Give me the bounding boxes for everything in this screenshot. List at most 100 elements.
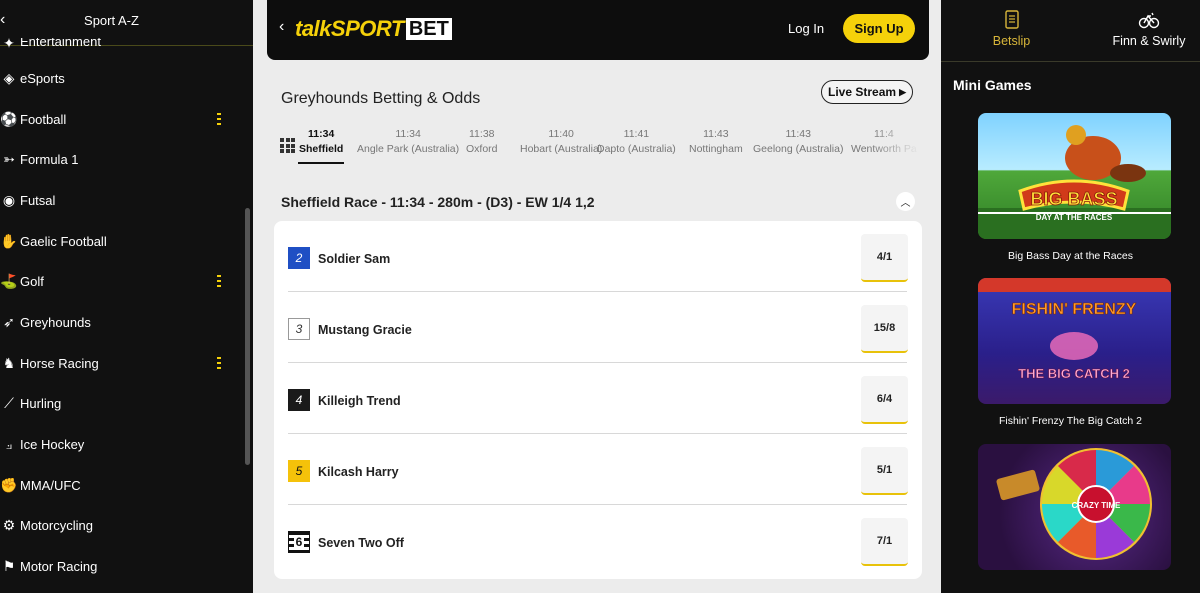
tabs-fade <box>870 127 920 167</box>
grid-menu-icon[interactable] <box>280 138 295 153</box>
odds-button[interactable]: 4/1 <box>861 234 908 282</box>
sidebar-item-ice-hockey[interactable]: ⟓ Ice Hockey <box>0 424 240 465</box>
trap-number-badge: 6 <box>288 531 310 553</box>
game-label-fishin-frenzy[interactable]: Fishin' Frenzy The Big Catch 2 <box>941 415 1200 427</box>
tab-betslip-label: Betslip <box>992 34 1031 48</box>
entertainment-icon: ✦ <box>3 38 15 51</box>
race-tab[interactable]: 11:41 Dapto (Australia) <box>597 127 676 157</box>
race-tab-time: 11:43 <box>785 128 811 140</box>
page-title: Greyhounds Betting & Odds <box>281 90 481 107</box>
greyhound-icon: ➶ <box>3 313 15 330</box>
race-tab[interactable]: 11:38 Oxford <box>466 127 498 157</box>
betslip-icon <box>1004 10 1019 29</box>
sidebar-item-esports[interactable]: ◈ eSports <box>0 58 240 99</box>
tab-betslip[interactable]: Betslip <box>941 10 1082 48</box>
runner-name: Mustang Gracie <box>318 323 412 337</box>
more-dots-icon[interactable] <box>217 356 221 369</box>
race-tab-venue: Oxford <box>466 143 498 155</box>
right-panel-tabs: Betslip Finn & Swirly <box>941 0 1200 62</box>
race-tab-time: 11:43 <box>703 128 729 140</box>
fishin-frenzy-artwork: FISHIN' FRENZY THE BIG CATCH 2 <box>978 278 1171 381</box>
login-link[interactable]: Log In <box>788 21 824 36</box>
ice-hockey-icon: ⟓ <box>5 436 13 453</box>
trap-number-badge: 4 <box>288 389 310 411</box>
logo-main-text: talkSPORT <box>295 16 404 41</box>
race-tab-venue: Angle Park (Australia) <box>357 143 460 155</box>
sidebar-item-futsal[interactable]: ◉ Futsal <box>0 180 240 221</box>
tab-finn-swirly-label: Finn & Swirly <box>1112 34 1186 48</box>
live-stream-button[interactable]: Live Stream ▶ <box>821 80 913 104</box>
odds-button[interactable]: 15/8 <box>861 305 908 353</box>
race-tab[interactable]: 11:34 Angle Park (Australia) <box>357 127 459 157</box>
race-tab-venue: Nottingham <box>689 143 743 155</box>
sidebar-item-label: Golf <box>20 274 44 290</box>
sidebar-item-label: Entertainment <box>20 38 101 49</box>
race-tab[interactable]: 11:43 Geelong (Australia) <box>753 127 843 157</box>
runner-row: 3 Mustang Gracie 15/8 <box>288 292 908 363</box>
motorcycle-icon: ⚙ <box>2 517 16 534</box>
logo-bet-text: BET <box>405 18 452 40</box>
race-tab[interactable]: 11:40 Hobart (Australia) <box>520 127 602 157</box>
tab-finn-swirly[interactable]: Finn & Swirly <box>1099 10 1199 48</box>
big-bass-logo-sub: DAY AT THE RACES <box>1036 213 1113 222</box>
sidebar-item-entertainment[interactable]: ✦ Entertainment <box>0 38 240 58</box>
signup-button[interactable]: Sign Up <box>843 14 915 43</box>
odds-button[interactable]: 6/4 <box>861 376 908 424</box>
race-tab[interactable]: 11:34 Sheffield <box>298 127 345 164</box>
more-dots-icon[interactable] <box>217 275 221 288</box>
trap-number-badge: 2 <box>288 247 310 269</box>
sidebar-scrollbar[interactable] <box>245 208 250 465</box>
runner-row: 5 Kilcash Harry 5/1 <box>288 434 908 505</box>
runner-name: Soldier Sam <box>318 252 391 266</box>
sport-az-sidebar: ‹ Sport A-Z ✦ Entertainment ◈ eSports ⚽ Footb… <box>0 0 253 593</box>
fishin-frenzy-logo-sub: THE BIG CATCH 2 <box>1018 366 1130 381</box>
race-tab[interactable]: 11:43 Nottingham <box>689 127 743 157</box>
sidebar-item-label: Greyhounds <box>20 314 91 330</box>
back-chevron-icon[interactable]: ‹ <box>279 18 284 36</box>
game-card-crazy-time[interactable]: CRAZY TIME <box>978 444 1171 570</box>
sidebar-item-formula-1[interactable]: ➳ Formula 1 <box>0 139 240 180</box>
more-dots-icon[interactable] <box>217 112 221 125</box>
runner-row: 4 Killeigh Trend 6/4 <box>288 363 908 434</box>
mini-games-title: Mini Games <box>953 77 1032 93</box>
sidebar-item-horse-racing[interactable]: ♞ Horse Racing <box>0 343 240 384</box>
fishin-frenzy-logo-text: FISHIN' FRENZY <box>1012 301 1137 318</box>
football-icon: ⚽ <box>0 110 18 127</box>
trap-number-text: 6 <box>293 535 305 549</box>
sidebar-item-label: Futsal <box>20 192 56 208</box>
chevron-up-icon[interactable]: ︿ <box>896 192 915 211</box>
odds-button[interactable]: 7/1 <box>861 518 908 566</box>
sidebar-item-label: eSports <box>20 70 65 86</box>
crazy-time-logo-text: CRAZY TIME <box>1072 501 1121 510</box>
race-tab-venue: Hobart (Australia) <box>520 143 603 155</box>
main-content: ‹ talkSPORT BET Log In Sign Up Greyhound… <box>253 0 941 593</box>
sidebar-item-football[interactable]: ⚽ Football <box>0 99 240 140</box>
sidebar-item-label: Football <box>20 111 67 127</box>
esports-icon: ◈ <box>3 69 15 86</box>
odds-button[interactable]: 5/1 <box>861 447 908 495</box>
trap-number-badge: 3 <box>288 318 310 340</box>
sidebar-item-label: Gaelic Football <box>20 233 107 249</box>
sidebar-item-gaelic-football[interactable]: ✋ Gaelic Football <box>0 221 240 262</box>
trap-number-badge: 5 <box>288 460 310 482</box>
race-tabs: 11:34 Sheffield 11:34 Angle Park (Australia… <box>280 127 920 167</box>
sidebar-item-motorcycling[interactable]: ⚙ Motorcycling <box>0 506 240 547</box>
game-card-big-bass[interactable]: BIG BASS DAY AT THE RACES <box>978 113 1171 239</box>
hurling-icon: ⟋ <box>4 395 14 412</box>
horse-racing-icon: ♞ <box>2 354 16 371</box>
race-tab-time: 11:38 <box>469 128 495 140</box>
game-card-fishin-frenzy[interactable]: FISHIN' FRENZY THE BIG CATCH 2 <box>978 278 1171 404</box>
race-tab-venue: Dapto (Australia) <box>597 143 676 155</box>
runners-card: 2 Soldier Sam 4/1 3 Mustang Gracie 15/8 4 Kille… <box>274 221 922 579</box>
sidebar-item-label: MMA/UFC <box>20 477 81 493</box>
runner-name: Kilcash Harry <box>318 465 399 479</box>
sidebar-item-golf[interactable]: ⛳ Golf <box>0 261 240 302</box>
sidebar-item-greyhounds[interactable]: ➶ Greyhounds <box>0 302 240 343</box>
game-label-big-bass[interactable]: Big Bass Day at the Races <box>941 250 1200 262</box>
sidebar-item-mma-ufc[interactable]: ✊ MMA/UFC <box>0 465 240 506</box>
talksport-bet-logo[interactable]: talkSPORT BET <box>295 16 452 42</box>
sidebar-item-motor-racing[interactable]: ⚑ Motor Racing <box>0 546 240 587</box>
sidebar-item-label: Formula 1 <box>20 152 79 168</box>
race-heading: Sheffield Race - 11:34 - 280m - (D3) - E… <box>281 194 595 210</box>
sidebar-item-hurling[interactable]: ⟋ Hurling <box>0 384 240 425</box>
